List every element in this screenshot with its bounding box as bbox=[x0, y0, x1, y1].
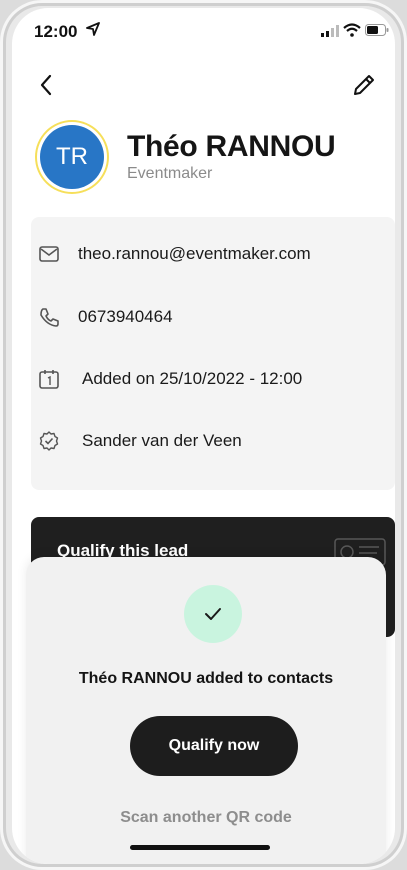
added-date-row: Added on 25/10/2022 - 12:00 bbox=[12, 366, 395, 392]
back-button[interactable] bbox=[34, 72, 60, 98]
success-bottom-sheet: Théo RANNOU added to contacts Qualify no… bbox=[26, 557, 386, 864]
avatar: TR bbox=[40, 125, 104, 189]
contact-company: Eventmaker bbox=[127, 165, 213, 182]
added-by: Sander van der Veen bbox=[82, 431, 242, 450]
edit-pencil-icon[interactable] bbox=[351, 72, 377, 98]
location-arrow-icon bbox=[86, 22, 100, 36]
app-screen: 12:00 TR Théo RANNOU Eventmaker theo.ran… bbox=[12, 8, 395, 864]
contact-name: Théo RANNOU bbox=[127, 130, 336, 163]
scan-another-qr-link[interactable]: Scan another QR code bbox=[26, 809, 386, 827]
contact-phone[interactable]: 0673940464 bbox=[78, 307, 173, 327]
calendar-icon bbox=[39, 370, 59, 389]
mail-icon bbox=[39, 246, 59, 262]
phone-icon bbox=[40, 308, 59, 327]
email-row[interactable]: theo.rannou@eventmaker.com bbox=[12, 241, 395, 267]
success-message: Théo RANNOU added to contacts bbox=[78, 670, 334, 687]
avatar-initials: TR bbox=[56, 143, 88, 170]
contact-email[interactable]: theo.rannou@eventmaker.com bbox=[78, 244, 311, 264]
battery-icon bbox=[365, 24, 389, 36]
qualify-now-button[interactable]: Qualify now bbox=[130, 716, 298, 776]
signal-icon bbox=[321, 25, 339, 37]
status-time: 12:00 bbox=[34, 22, 78, 41]
status-bar: 12:00 bbox=[12, 8, 395, 54]
wifi-icon bbox=[343, 23, 361, 37]
checkmark-icon bbox=[205, 608, 221, 620]
phone-row[interactable]: 0673940464 bbox=[12, 304, 395, 330]
added-by-row: Sander van der Veen bbox=[12, 428, 395, 454]
device-frame: 12:00 TR Théo RANNOU Eventmaker theo.ran… bbox=[0, 0, 407, 870]
success-check-badge bbox=[184, 585, 242, 643]
home-indicator[interactable] bbox=[130, 845, 270, 850]
check-badge-icon bbox=[39, 431, 59, 451]
added-date: Added on 25/10/2022 - 12:00 bbox=[82, 369, 303, 388]
